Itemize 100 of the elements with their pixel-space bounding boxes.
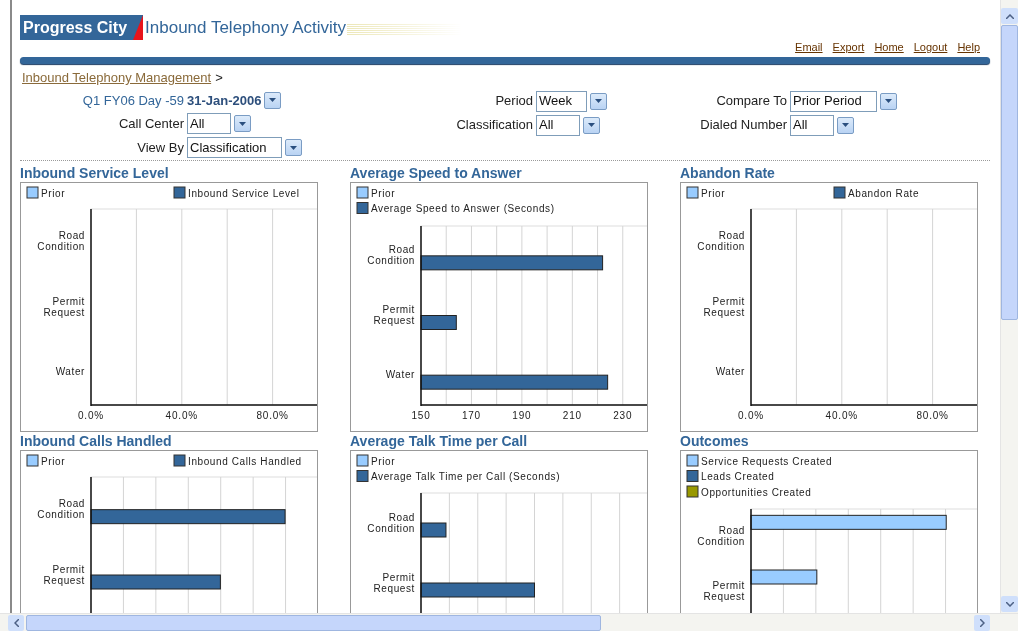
category-label: Water	[715, 366, 745, 378]
category-label: Road Condition	[697, 524, 745, 547]
horizontal-scrollbar[interactable]	[0, 613, 1018, 631]
category-label: Permit Request	[703, 295, 745, 318]
legend-item: Prior	[356, 186, 396, 199]
legend-item: Service Requests Created	[686, 454, 833, 467]
header-link[interactable]: Help	[957, 38, 980, 55]
select-field[interactable]: Week	[536, 90, 587, 112]
tick-label: 190	[512, 410, 532, 421]
category-label: Water	[55, 366, 85, 378]
dropdown-button[interactable]	[284, 139, 302, 156]
vertical-scrollbar[interactable]	[1000, 0, 1018, 613]
dropdown-button[interactable]	[234, 115, 251, 132]
legend-item: Average Talk Time per Call (Seconds)	[356, 470, 561, 482]
dropdown-button[interactable]	[264, 91, 282, 109]
bar	[750, 569, 818, 585]
filter-label: Compare To	[715, 92, 787, 111]
legend-label: Prior	[41, 187, 66, 199]
caret-down-icon	[842, 123, 849, 127]
panel-title: Average Talk Time per Call	[350, 432, 529, 450]
category-label: Permit Request	[373, 304, 415, 326]
breadcrumb-separator: >	[215, 69, 223, 87]
legend-label: Prior	[371, 187, 396, 199]
bar	[420, 522, 447, 538]
filter-label: View By	[136, 138, 184, 157]
panel-title: Inbound Calls Handled	[20, 432, 173, 450]
header-link[interactable]: Home	[874, 38, 904, 55]
tick-label: 210	[562, 410, 582, 421]
date-value: 31-Jan-2006	[187, 91, 262, 110]
legend-item: Prior	[26, 186, 66, 199]
scroll-up-button[interactable]	[1001, 8, 1018, 24]
tick-label: 40.0%	[825, 410, 858, 421]
category-label: Permit Request	[43, 563, 85, 586]
scroll-left-button[interactable]	[8, 614, 24, 631]
bar	[420, 315, 457, 330]
category-label: Road Condition	[697, 230, 745, 253]
filter-label: Classification	[455, 116, 533, 135]
legend-label: Inbound Service Level	[188, 187, 300, 199]
caret-down-icon	[239, 121, 246, 126]
tick-label: 230	[613, 410, 633, 421]
select-field[interactable]: All	[187, 113, 231, 134]
caret-down-icon	[289, 145, 297, 150]
legend-label: Abandon Rate	[848, 187, 920, 199]
dropdown-button[interactable]	[590, 92, 607, 110]
scroll-down-button[interactable]	[1001, 596, 1018, 612]
select-field[interactable]: Prior Period	[790, 90, 877, 112]
legend-item: Prior	[26, 454, 66, 467]
dropdown-button[interactable]	[837, 116, 854, 134]
category-label: Water	[385, 369, 415, 381]
select-field[interactable]: Classification	[187, 137, 282, 158]
tick-label: 40.0%	[165, 410, 198, 421]
caret-down-icon	[595, 99, 602, 103]
dropdown-button[interactable]	[583, 116, 600, 134]
brand-name: Progress City	[23, 17, 128, 38]
panel-title: Abandon Rate	[680, 164, 776, 182]
category-label: Road Condition	[37, 498, 85, 521]
tick-label: 150	[411, 410, 431, 421]
tick-label: 80.0%	[256, 410, 289, 421]
panel-title: Inbound Service Level	[20, 164, 170, 182]
header-link[interactable]: Email	[795, 38, 823, 55]
category-label: Permit Request	[703, 579, 745, 602]
legend-item: Average Speed to Answer (Seconds)	[356, 202, 555, 214]
category-label: Permit Request	[43, 295, 85, 318]
page-title: Inbound Telephony Activity	[145, 17, 347, 39]
select-field[interactable]: All	[536, 114, 580, 136]
legend-item: Abandon Rate	[833, 186, 920, 199]
legend-item: Prior	[356, 454, 396, 467]
legend-item: Inbound Service Level	[173, 186, 300, 199]
category-label: Permit Request	[373, 571, 415, 594]
category-label: Road Condition	[367, 244, 415, 267]
legend-item: Inbound Calls Handled	[173, 454, 302, 467]
dropdown-button[interactable]	[879, 92, 897, 110]
scroll-thumb[interactable]	[1001, 25, 1018, 320]
filter-label: Period	[494, 92, 533, 111]
header-link[interactable]: Logout	[913, 38, 948, 55]
tick-label: 0.0%	[738, 410, 764, 421]
filter-label: Dialed Number	[699, 116, 787, 135]
legend-label: Prior	[701, 187, 726, 199]
legend-label: Average Speed to Answer (Seconds)	[371, 203, 555, 214]
tick-label: 0.0%	[78, 410, 104, 421]
caret-down-icon	[884, 99, 892, 103]
chevron-up-icon	[1005, 13, 1014, 19]
legend-item: Prior	[686, 186, 726, 199]
chevron-left-icon	[13, 618, 19, 627]
header-link[interactable]: Export	[832, 38, 865, 55]
panel-title: Outcomes	[680, 432, 750, 450]
legend-item: Opportunities Created	[686, 485, 812, 498]
filter-label: Call Center	[117, 114, 184, 133]
select-field[interactable]: All	[790, 114, 834, 136]
tick-label: 170	[461, 410, 481, 421]
caret-down-icon	[269, 98, 277, 103]
scroll-right-button[interactable]	[974, 614, 990, 631]
legend-item: Leads Created	[686, 470, 775, 482]
breadcrumb-link[interactable]: Inbound Telephony Management	[22, 68, 212, 88]
panel-title: Average Speed to Answer	[350, 164, 523, 182]
chevron-right-icon	[979, 618, 985, 627]
caret-down-icon	[588, 123, 595, 127]
scroll-thumb[interactable]	[26, 614, 601, 631]
filter-label: Q1 FY06 Day -59	[81, 91, 184, 110]
tick-label: 80.0%	[916, 410, 949, 421]
